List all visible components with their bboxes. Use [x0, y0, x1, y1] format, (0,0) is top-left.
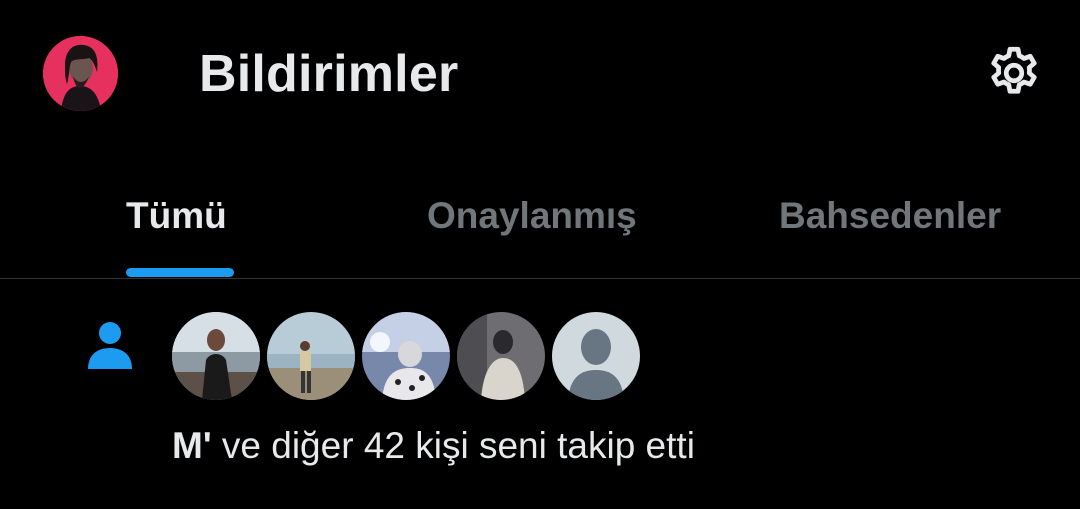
follower-avatar[interactable] — [457, 312, 545, 400]
follower-name[interactable]: M' — [172, 425, 212, 466]
notification-message: ve diğer 42 kişi seni takip etti — [211, 425, 695, 466]
notification-text: M' ve diğer 42 kişi seni takip etti — [172, 425, 695, 467]
page-title: Bildirimler — [199, 45, 459, 103]
tab-bar: Tümü Onaylanmış Bahsedenler — [0, 150, 1080, 279]
active-tab-indicator — [126, 268, 234, 277]
follower-avatar[interactable] — [172, 312, 260, 400]
tab-verified[interactable]: Onaylanmış — [427, 195, 637, 237]
follower-avatar[interactable] — [362, 312, 450, 400]
profile-avatar[interactable] — [43, 36, 118, 111]
follow-notification[interactable]: M' ve diğer 42 kişi seni takip etti — [0, 279, 1080, 509]
tab-all[interactable]: Tümü — [126, 195, 227, 237]
tab-mentions[interactable]: Bahsedenler — [779, 195, 1001, 237]
gear-icon[interactable] — [984, 43, 1044, 103]
person-icon — [84, 319, 136, 371]
profile-avatar-icon — [43, 36, 118, 111]
header: Bildirimler — [0, 0, 1080, 150]
follower-avatar[interactable] — [267, 312, 355, 400]
default-avatar[interactable] — [552, 312, 640, 400]
